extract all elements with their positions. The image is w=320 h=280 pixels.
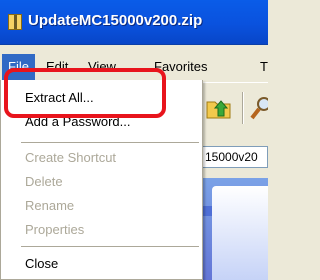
menu-tools[interactable]: T xyxy=(254,54,274,80)
menu-separator xyxy=(21,142,199,143)
window-title: UpdateMC15000v200.zip xyxy=(28,12,203,29)
menu-item-close[interactable]: Close xyxy=(1,252,202,276)
menu-item-create-shortcut: Create Shortcut xyxy=(25,150,117,165)
task-pane xyxy=(212,186,268,280)
menu-separator xyxy=(21,246,199,247)
menu-item-rename: Rename xyxy=(25,198,75,213)
annotation-highlight-box xyxy=(4,68,166,118)
menu-item-delete: Delete xyxy=(25,174,63,189)
zip-folder-icon xyxy=(8,14,22,30)
search-icon[interactable] xyxy=(250,96,268,120)
menu-item-properties: Properties xyxy=(25,222,85,237)
title-bar: UpdateMC15000v200.zip xyxy=(0,0,268,45)
toolbar-separator xyxy=(242,92,243,124)
up-folder-icon[interactable] xyxy=(206,96,232,120)
address-input[interactable]: 15000v20 xyxy=(200,146,268,168)
